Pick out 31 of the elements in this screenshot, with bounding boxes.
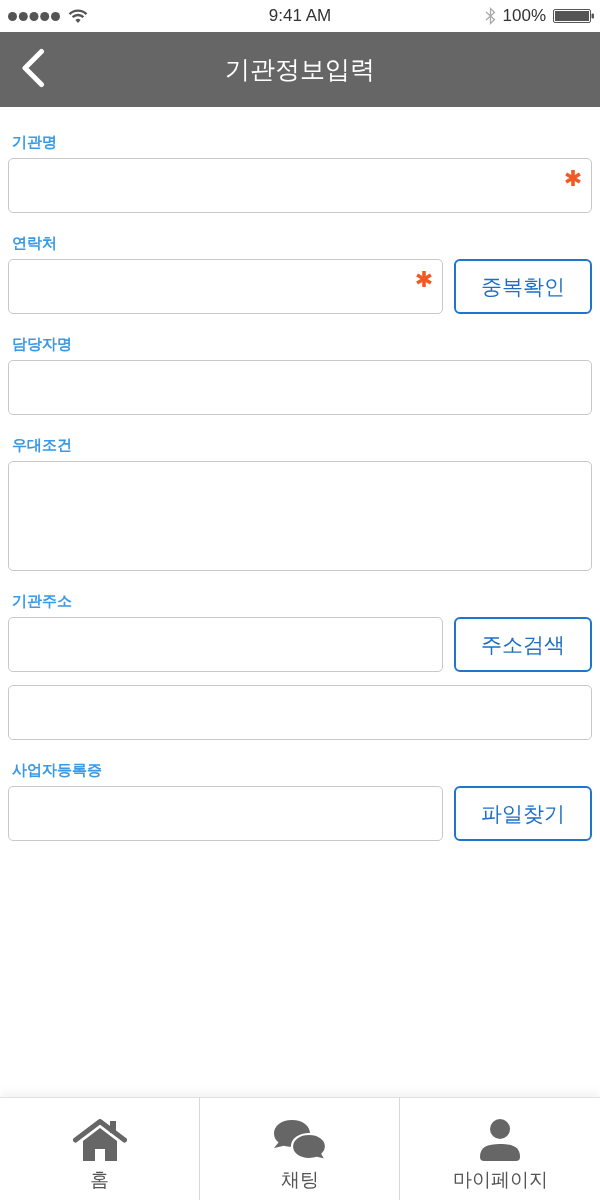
tab-bar-item[interactable]: 홈: [0, 1098, 200, 1200]
address-search-button[interactable]: 주소검색: [454, 617, 592, 672]
field-label: 사업자등록증: [11, 761, 103, 779]
signal-icon: [8, 11, 60, 21]
back-chevron-icon: [20, 48, 46, 88]
textarea-field[interactable]: [8, 461, 592, 571]
field-label: 담당자명: [11, 335, 73, 353]
file-browse-button[interactable]: 파일찾기: [454, 786, 592, 841]
text-field[interactable]: [8, 617, 443, 672]
field-label: 기관주소: [11, 592, 73, 610]
field-label: 우대조건: [11, 436, 73, 454]
home-icon: [72, 1119, 127, 1161]
text-field[interactable]: [8, 685, 592, 740]
text-field[interactable]: [8, 158, 592, 213]
field-label: 기관명: [11, 133, 58, 151]
text-field[interactable]: [8, 259, 443, 314]
battery-icon: [553, 9, 594, 23]
bluetooth-icon: [484, 7, 496, 25]
wifi-icon: [68, 9, 88, 23]
text-field[interactable]: [8, 786, 443, 841]
tab-bar-item[interactable]: 채팅: [200, 1098, 400, 1200]
chat-bubbles-icon: [271, 1119, 328, 1161]
tab-bar-item[interactable]: 마이페이지: [400, 1098, 600, 1200]
person-icon: [479, 1119, 521, 1161]
field-label: 연락처: [11, 234, 58, 252]
duplicate-check-button[interactable]: 중복확인: [454, 259, 592, 314]
back-button[interactable]: [20, 48, 46, 88]
text-field[interactable]: [8, 360, 592, 415]
page-title: 기관정보입력: [225, 54, 375, 86]
battery-percent: 100%: [502, 6, 546, 26]
status-time: 9:41 AM: [268, 6, 332, 26]
